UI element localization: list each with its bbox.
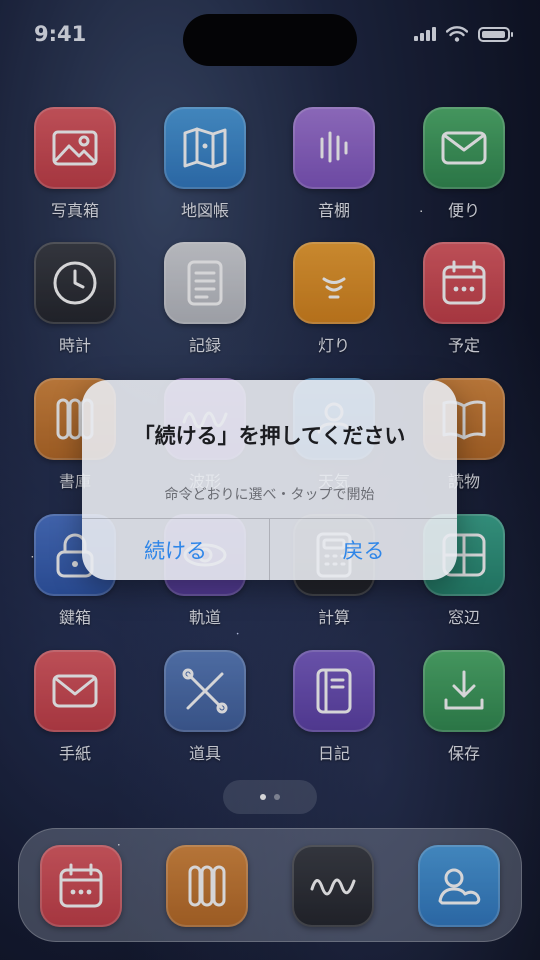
alert-dialog: 「続ける」を押してください 命令どおりに選べ・タップで開始 続ける 戻る xyxy=(82,380,457,580)
back-button[interactable]: 戻る xyxy=(269,519,457,580)
continue-button[interactable]: 続ける xyxy=(82,519,269,580)
alert-message: 命令どおりに選べ・タップで開始 xyxy=(164,487,375,503)
alert-title: 「続ける」を押してください xyxy=(133,424,406,448)
alert-button-row: 続ける 戻る xyxy=(82,518,457,580)
